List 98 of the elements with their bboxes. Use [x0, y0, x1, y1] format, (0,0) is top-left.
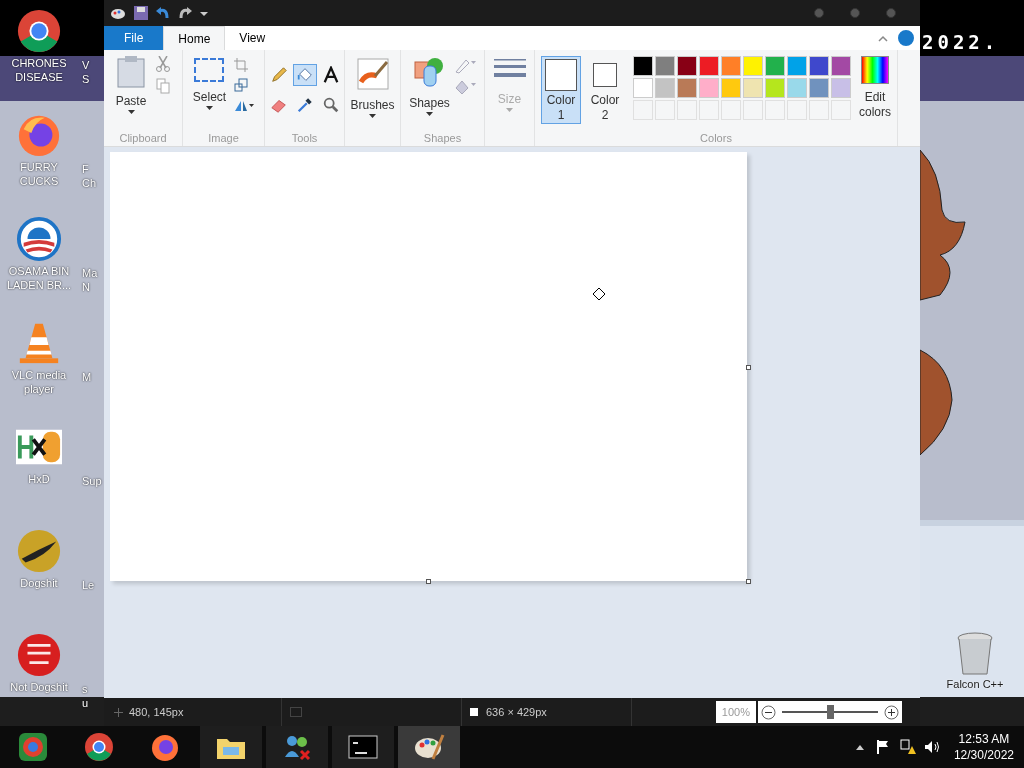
eyedropper-icon	[295, 96, 314, 114]
edit-colors-button[interactable]: Edit colors	[859, 56, 891, 120]
image-size-icon	[470, 708, 478, 716]
selection-size-icon	[290, 707, 302, 717]
brushes-button[interactable]: Brushes	[350, 58, 395, 118]
taskbar-button[interactable]	[398, 726, 460, 768]
zoom-slider[interactable]	[780, 705, 880, 719]
paste-button[interactable]: Paste	[115, 56, 147, 130]
caret-icon	[206, 106, 213, 110]
caret-icon	[369, 114, 376, 118]
tray-arrow-icon[interactable]	[855, 744, 864, 750]
undo-icon[interactable]	[156, 6, 170, 20]
ribbon-tab[interactable]: File	[104, 26, 164, 50]
select-button[interactable]: Select	[192, 58, 227, 130]
palette-color[interactable]	[743, 56, 763, 76]
collapse-icon[interactable]	[878, 35, 888, 42]
group-label: Tools	[291, 130, 318, 146]
clock-time: 12:53 AM	[958, 731, 1010, 747]
ribbon-tab[interactable]: Home	[163, 26, 226, 50]
caret-icon	[127, 110, 135, 114]
palette-color[interactable]	[831, 78, 851, 98]
desktop-icon-label[interactable]: s u	[82, 682, 104, 710]
palette-color[interactable]	[655, 56, 675, 76]
magnifier-icon	[321, 96, 340, 114]
desktop-icon-label[interactable]: Falcon C++	[946, 676, 1004, 693]
palette-color[interactable]	[743, 78, 763, 98]
caret-icon	[426, 112, 433, 116]
group-label: Shapes	[423, 130, 462, 146]
taskbar-button[interactable]	[266, 726, 328, 768]
ribbon-tab[interactable]: View	[225, 26, 280, 50]
desktop-icon-label[interactable]: CHRONES DISEASE	[0, 56, 78, 84]
cursor-position: 480, 145px	[129, 704, 184, 720]
crosshair-icon	[114, 707, 123, 717]
palette-color[interactable]	[633, 56, 653, 76]
slider-thumb[interactable]	[827, 705, 834, 719]
shapes-button[interactable]: Shapes	[409, 56, 450, 130]
copy-icon[interactable]	[156, 78, 171, 94]
palette-color[interactable]	[765, 78, 785, 98]
palette-color[interactable]	[721, 78, 741, 98]
selection-icon	[194, 58, 225, 82]
pencil-icon	[269, 66, 288, 84]
chrome-logo-icon	[83, 731, 115, 763]
zoom-in-icon[interactable]	[884, 704, 899, 720]
palette-color[interactable]	[633, 78, 653, 98]
color-slot-button[interactable]: Color 1	[541, 56, 581, 124]
dropdown-icon[interactable]	[200, 10, 208, 16]
palette-color[interactable]	[809, 78, 829, 98]
speaker-icon[interactable]	[923, 740, 940, 754]
dev-logo-icon	[16, 632, 62, 678]
window-control-button[interactable]	[886, 8, 896, 18]
desktop-icon-label[interactable]: V S	[82, 58, 104, 86]
image-size: 636 × 429px	[486, 704, 547, 720]
chrome-logo-icon	[16, 8, 62, 54]
bird-logo-icon	[16, 528, 62, 574]
palette-color[interactable]	[699, 56, 719, 76]
fill-icon[interactable]	[453, 78, 476, 96]
zoom-out-icon[interactable]	[761, 704, 776, 720]
palette-color[interactable]	[765, 56, 785, 76]
clock[interactable]: 12:53 AM 12/30/2022	[953, 731, 1014, 763]
spectrum-icon	[861, 56, 889, 84]
clipboard-icon	[117, 56, 145, 88]
palette-color[interactable]	[831, 56, 851, 76]
palette-color[interactable]	[809, 56, 829, 76]
round-logo-icon	[16, 216, 62, 262]
palette-color[interactable]	[655, 78, 675, 98]
shapes-icon	[414, 56, 445, 88]
wallpaper-text: 2022.	[922, 30, 1000, 55]
crop-icon[interactable]	[234, 58, 249, 72]
palette-color[interactable]	[677, 78, 697, 98]
paint-bucket-icon	[295, 66, 314, 84]
palette-color[interactable]	[787, 56, 807, 76]
redo-icon[interactable]	[178, 6, 192, 20]
round-logo-icon	[17, 731, 49, 763]
brush-icon	[356, 58, 389, 90]
palette-color[interactable]	[721, 56, 741, 76]
taskbar-button[interactable]	[200, 726, 262, 768]
resize-handle[interactable]	[746, 579, 751, 584]
palette-color[interactable]	[699, 78, 719, 98]
color-slot-button[interactable]: Color 2	[585, 56, 625, 124]
caret-icon	[506, 108, 513, 112]
trash-bin-icon	[955, 632, 995, 676]
group-label: Clipboard	[119, 130, 167, 146]
clock-date: 12/30/2022	[953, 747, 1014, 763]
scissors-icon[interactable]	[156, 56, 171, 72]
resize-handle[interactable]	[746, 365, 751, 370]
palette-color[interactable]	[787, 78, 807, 98]
group-label: Colors	[700, 130, 732, 146]
zoom-level: 100%	[715, 701, 756, 723]
window-control-button[interactable]	[850, 8, 860, 18]
palette-color[interactable]	[677, 56, 697, 76]
resize-icon[interactable]	[234, 78, 249, 92]
group-label: Image	[208, 130, 239, 146]
flag-icon[interactable]	[875, 740, 890, 754]
save-icon[interactable]	[134, 6, 148, 20]
window-control-button[interactable]	[814, 8, 824, 18]
network-warning-icon[interactable]	[899, 739, 916, 755]
letter-icon	[321, 66, 340, 84]
resize-handle[interactable]	[426, 579, 431, 584]
